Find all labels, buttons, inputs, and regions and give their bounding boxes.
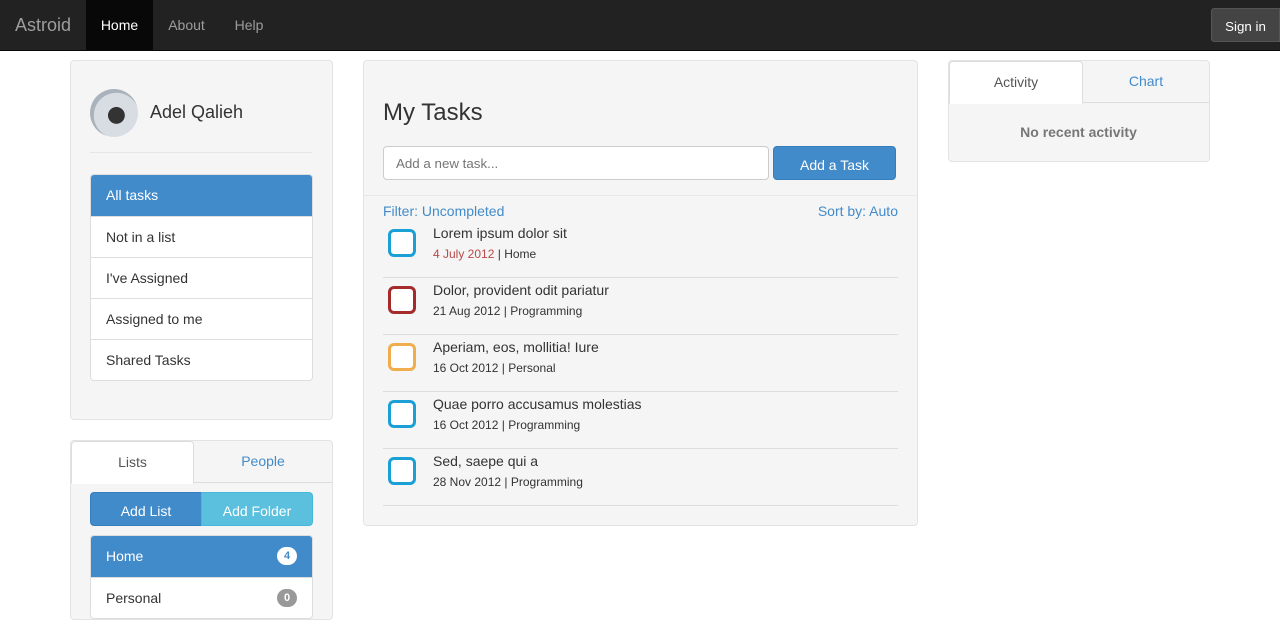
add-list-button[interactable]: Add List [90, 492, 202, 526]
task-meta: 16 Oct 2012 | Programming [433, 418, 580, 432]
task-list-name: Personal [508, 361, 556, 375]
task-row[interactable]: Dolor, provident odit pariatur 21 Aug 20… [383, 278, 898, 335]
list-count-badge: 0 [277, 589, 297, 607]
nav-home[interactable]: Home [86, 0, 153, 50]
task-checkbox[interactable] [388, 286, 416, 314]
task-meta: 21 Aug 2012 | Programming [433, 304, 582, 318]
task-list-name: Home [504, 247, 537, 261]
filter-ive-assigned[interactable]: I've Assigned [91, 257, 312, 298]
task-date: 28 Nov 2012 [433, 475, 502, 489]
filter-dropdown[interactable]: Filter: Uncompleted [383, 203, 504, 219]
brand-logo[interactable]: Astroid [15, 0, 71, 50]
meta-separator: | [501, 418, 505, 432]
sign-in-button[interactable]: Sign in [1211, 8, 1280, 42]
task-title: Lorem ipsum dolor sit [433, 225, 567, 241]
task-row[interactable]: Quae porro accusamus molestias 16 Oct 20… [383, 392, 898, 449]
top-navbar: Astroid Home About Help Sign in [0, 0, 1280, 51]
task-row[interactable]: Aperiam, eos, mollitia! Iure 16 Oct 2012… [383, 335, 898, 392]
meta-separator: | [503, 304, 507, 318]
add-folder-button[interactable]: Add Folder [201, 492, 313, 526]
lists-tabs: Lists People [71, 441, 332, 484]
meta-separator: | [497, 247, 501, 261]
tasks-panel: My Tasks Add a Task Filter: Uncompleted … [363, 60, 918, 526]
task-date: 16 Oct 2012 [433, 418, 499, 432]
task-list-name: Programming [508, 418, 581, 432]
user-lists: Home 4 Personal 0 [90, 535, 313, 619]
activity-tabs: Activity Chart [949, 61, 1209, 104]
tab-lists[interactable]: Lists [71, 441, 194, 484]
nav-about[interactable]: About [153, 0, 220, 50]
activity-panel: Activity Chart No recent activity [948, 60, 1210, 162]
task-date: 16 Oct 2012 [433, 361, 499, 375]
task-checkbox[interactable] [388, 400, 416, 428]
divider [364, 195, 917, 196]
filter-all-tasks[interactable]: All tasks [91, 175, 312, 216]
list-item-label: Personal [106, 590, 162, 606]
user-name: Adel Qalieh [150, 102, 244, 122]
list-count-badge: 4 [277, 547, 297, 565]
tab-people[interactable]: People [194, 441, 332, 483]
list-item-label: Home [106, 548, 144, 564]
nav-help[interactable]: Help [220, 0, 278, 50]
tab-activity[interactable]: Activity [949, 61, 1083, 104]
task-title: Quae porro accusamus molestias [433, 396, 642, 412]
list-item-personal[interactable]: Personal 0 [91, 577, 312, 618]
page-title: My Tasks [383, 99, 483, 126]
tab-chart[interactable]: Chart [1083, 61, 1209, 103]
empty-activity-text: No recent activity [1020, 124, 1137, 140]
task-meta: 16 Oct 2012 | Personal [433, 361, 556, 375]
task-date: 4 July 2012 [433, 247, 495, 261]
list-item-home[interactable]: Home 4 [91, 536, 312, 577]
task-title: Aperiam, eos, mollitia! Iure [433, 339, 599, 355]
filter-list: All tasks Not in a list I've Assigned As… [90, 174, 313, 381]
sidebar-filters-panel: Adel Qalieh All tasks Not in a list I've… [70, 60, 333, 420]
meta-separator: | [501, 361, 505, 375]
new-task-input[interactable] [383, 146, 769, 180]
task-title: Sed, saepe qui a [433, 453, 539, 469]
task-row[interactable]: Lorem ipsum dolor sit 4 July 2012 | Home [383, 221, 898, 278]
task-checkbox[interactable] [388, 229, 416, 257]
avatar[interactable] [90, 89, 138, 137]
task-list-name: Programming [510, 475, 583, 489]
task-checkbox[interactable] [388, 457, 416, 485]
filter-assigned-to-me[interactable]: Assigned to me [91, 298, 312, 339]
meta-separator: | [504, 475, 508, 489]
task-title: Dolor, provident odit pariatur [433, 282, 609, 298]
sort-dropdown[interactable]: Sort by: Auto [818, 203, 898, 219]
add-task-button[interactable]: Add a Task [773, 146, 896, 180]
user-profile: Adel Qalieh [90, 89, 312, 153]
task-meta: 4 July 2012 | Home [433, 247, 536, 261]
task-date: 21 Aug 2012 [433, 304, 501, 318]
task-checkbox[interactable] [388, 343, 416, 371]
filter-not-in-list[interactable]: Not in a list [91, 216, 312, 257]
filter-shared-tasks[interactable]: Shared Tasks [91, 339, 312, 380]
task-meta: 28 Nov 2012 | Programming [433, 475, 583, 489]
task-row[interactable]: Sed, saepe qui a 28 Nov 2012 | Programmi… [383, 449, 898, 506]
task-list-name: Programming [510, 304, 583, 318]
lists-panel: Lists People Add List Add Folder Home 4 … [70, 440, 333, 620]
